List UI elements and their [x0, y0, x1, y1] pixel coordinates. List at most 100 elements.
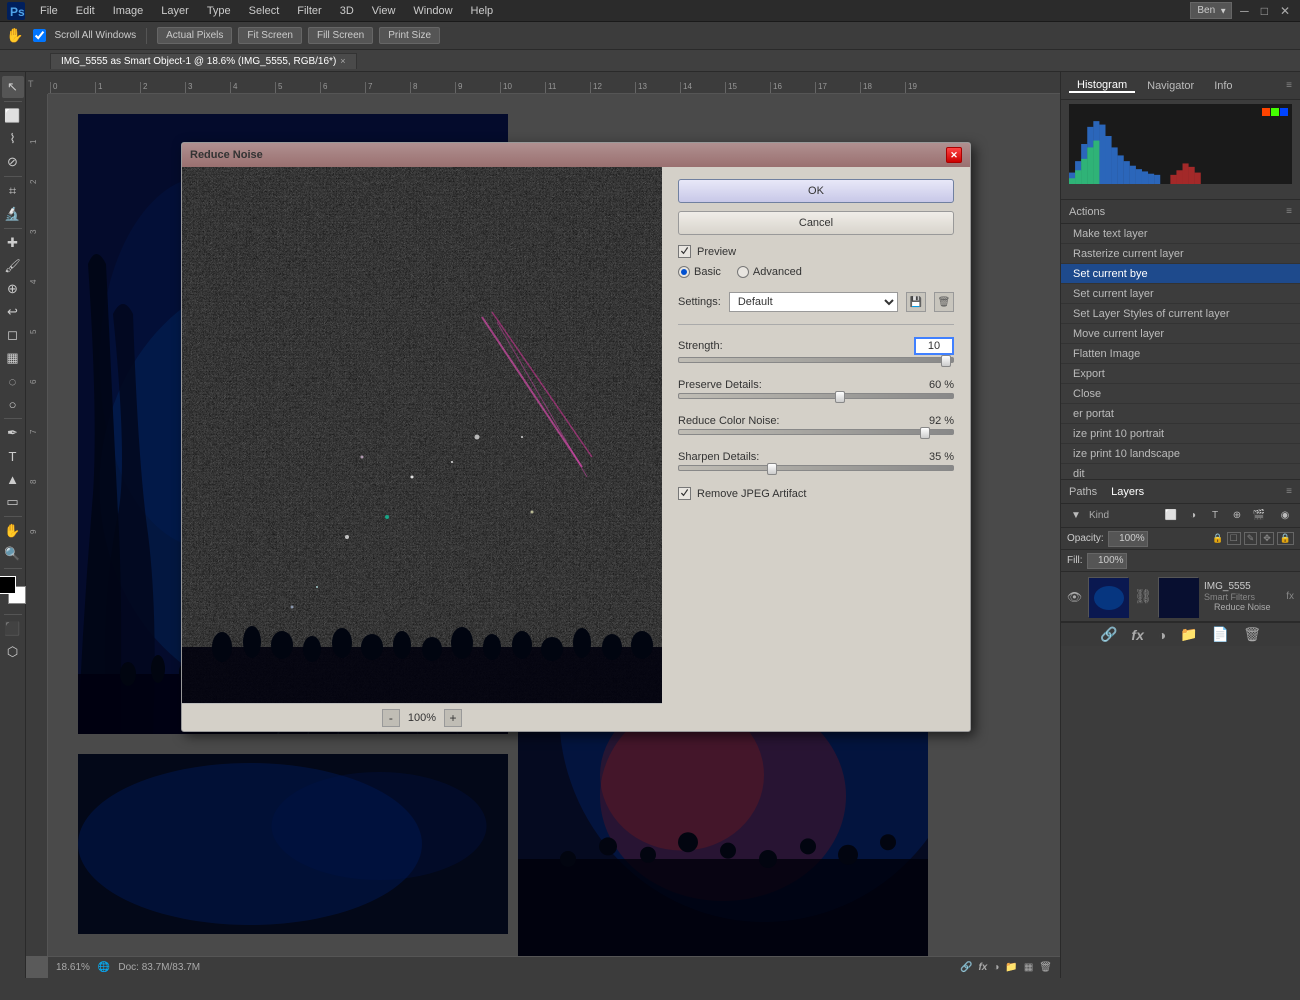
clone-tool-btn[interactable]: ⊕: [2, 278, 24, 300]
layer-fx-btn[interactable]: fx: [1128, 627, 1146, 643]
menu-type[interactable]: Type: [199, 3, 239, 19]
move-tool-btn[interactable]: ↖: [2, 76, 24, 98]
brush-tool-btn[interactable]: 🖌: [2, 255, 24, 277]
action-item-print10l[interactable]: ize print 10 landscape: [1061, 444, 1300, 464]
dialog-close-btn[interactable]: ✕: [946, 147, 962, 163]
lock-transparent-btn[interactable]: ☐: [1227, 532, 1241, 545]
path-select-tool-btn[interactable]: ▲: [2, 468, 24, 490]
filter-type-btn[interactable]: T: [1206, 507, 1224, 525]
preserve-details-slider-track[interactable]: [678, 393, 954, 399]
scroll-all-windows-checkbox[interactable]: [33, 29, 46, 42]
remove-jpeg-checkbox[interactable]: [678, 487, 691, 500]
cancel-btn[interactable]: Cancel: [678, 211, 954, 235]
strength-input[interactable]: [914, 337, 954, 355]
select-rect-tool-btn[interactable]: ⬜: [2, 105, 24, 127]
zoom-tool-btn[interactable]: 🔍: [2, 543, 24, 565]
layers-filter-btn[interactable]: ▼: [1067, 507, 1085, 525]
add-mask-btn[interactable]: ◑: [1155, 627, 1169, 643]
reduce-color-noise-slider-thumb[interactable]: [920, 427, 930, 439]
crop-tool-btn[interactable]: ⌗: [2, 180, 24, 202]
user-field[interactable]: Ben ▼: [1190, 2, 1232, 19]
close-btn[interactable]: ✕: [1276, 2, 1294, 20]
advanced-radio-item[interactable]: Advanced: [737, 266, 802, 278]
layer-visibility-icon[interactable]: 👁: [1067, 590, 1082, 604]
maximize-btn[interactable]: □: [1257, 2, 1272, 20]
action-item-close[interactable]: Close: [1061, 384, 1300, 404]
action-item-portrait[interactable]: er portat: [1061, 404, 1300, 424]
new-group-btn[interactable]: 📁: [1177, 626, 1200, 643]
settings-select[interactable]: Default: [729, 292, 898, 312]
action-item-edit[interactable]: dit: [1061, 464, 1300, 479]
action-item-rasterize[interactable]: Rasterize current layer: [1061, 244, 1300, 264]
blur-tool-btn[interactable]: ◌: [2, 370, 24, 392]
settings-save-btn[interactable]: 💾: [906, 292, 926, 312]
ok-btn[interactable]: OK: [678, 179, 954, 203]
lasso-tool-btn[interactable]: ⌇: [2, 128, 24, 150]
delete-layer-btn[interactable]: 🗑: [1240, 626, 1264, 643]
text-tool-btn[interactable]: T: [2, 445, 24, 467]
action-item-flatten-image[interactable]: Flatten Image: [1061, 344, 1300, 364]
menu-filter[interactable]: Filter: [289, 3, 329, 19]
strength-slider-thumb[interactable]: [941, 355, 951, 367]
layers-panel-expand[interactable]: ≡: [1286, 486, 1292, 497]
filter-shape-btn[interactable]: ⊕: [1228, 507, 1246, 525]
basic-radio-item[interactable]: Basic: [678, 266, 721, 278]
shape-tool-btn[interactable]: ▭: [2, 491, 24, 513]
sharpen-details-slider-track[interactable]: [678, 465, 954, 471]
eyedropper-tool-btn[interactable]: 🔬: [2, 203, 24, 225]
actions-expand-icon[interactable]: ≡: [1286, 206, 1292, 217]
menu-view[interactable]: View: [364, 3, 404, 19]
action-item-make-text-layer[interactable]: Make text layer: [1061, 224, 1300, 244]
layers-tab[interactable]: Layers: [1111, 486, 1144, 498]
hand-tool-btn[interactable]: ✋: [2, 520, 24, 542]
fill-input[interactable]: [1087, 553, 1127, 569]
fit-screen-btn[interactable]: Fit Screen: [238, 27, 302, 44]
info-tab[interactable]: Info: [1206, 80, 1240, 92]
tab-close-btn[interactable]: ×: [340, 56, 345, 66]
zoom-out-btn[interactable]: -: [382, 709, 400, 727]
menu-file[interactable]: File: [32, 3, 66, 19]
preview-checkbox[interactable]: [678, 245, 691, 258]
advanced-radio-btn[interactable]: [737, 266, 749, 278]
minimize-btn[interactable]: ─: [1236, 2, 1253, 20]
history-brush-tool-btn[interactable]: ↩: [2, 301, 24, 323]
menu-image[interactable]: Image: [105, 3, 152, 19]
lock-position-btn[interactable]: ✥: [1260, 532, 1274, 545]
opacity-input[interactable]: [1108, 531, 1148, 547]
menu-select[interactable]: Select: [241, 3, 288, 19]
preserve-details-slider-thumb[interactable]: [835, 391, 845, 403]
lock-all-btn[interactable]: 🔒: [1277, 532, 1294, 545]
document-tab[interactable]: IMG_5555 as Smart Object-1 @ 18.6% (IMG_…: [50, 53, 357, 69]
filter-pixel-btn[interactable]: ⬜: [1162, 507, 1180, 525]
filter-toggle-btn[interactable]: ◉: [1276, 507, 1294, 525]
link-layers-btn[interactable]: 🔗: [1097, 626, 1120, 643]
basic-radio-btn[interactable]: [678, 266, 690, 278]
menu-help[interactable]: Help: [463, 3, 502, 19]
settings-delete-btn[interactable]: 🗑: [934, 292, 954, 312]
menu-3d[interactable]: 3D: [332, 3, 362, 19]
dodge-tool-btn[interactable]: ○: [2, 393, 24, 415]
filter-adjust-btn[interactable]: ◑: [1184, 507, 1202, 525]
histogram-tab[interactable]: Histogram: [1069, 79, 1135, 93]
action-item-export[interactable]: Export: [1061, 364, 1300, 384]
lock-image-btn[interactable]: ✎: [1244, 532, 1258, 545]
3d-mode-btn[interactable]: ⬡: [2, 641, 24, 663]
reduce-color-noise-slider-track[interactable]: [678, 429, 954, 435]
fill-screen-btn[interactable]: Fill Screen: [308, 27, 373, 44]
strength-slider-track[interactable]: [678, 357, 954, 363]
action-item-set-current-layer[interactable]: Set current layer: [1061, 284, 1300, 304]
screen-mode-btn[interactable]: ⬛: [2, 618, 24, 640]
action-item-set-layer-styles[interactable]: Set Layer Styles of current layer: [1061, 304, 1300, 324]
action-item-move-current-layer[interactable]: Move current layer: [1061, 324, 1300, 344]
panel-expand-icon[interactable]: ≡: [1286, 80, 1292, 91]
navigator-tab[interactable]: Navigator: [1139, 80, 1202, 92]
paths-tab[interactable]: Paths: [1069, 486, 1097, 498]
foreground-color[interactable]: [0, 576, 16, 594]
gradient-tool-btn[interactable]: ▦: [2, 347, 24, 369]
new-layer-btn[interactable]: 📄: [1209, 626, 1232, 643]
pen-tool-btn[interactable]: ✒: [2, 422, 24, 444]
quick-select-tool-btn[interactable]: ⊘: [2, 151, 24, 173]
heal-tool-btn[interactable]: ✚: [2, 232, 24, 254]
actual-pixels-btn[interactable]: Actual Pixels: [157, 27, 232, 44]
action-item-set-current-bye[interactable]: Set current bye: [1061, 264, 1300, 284]
